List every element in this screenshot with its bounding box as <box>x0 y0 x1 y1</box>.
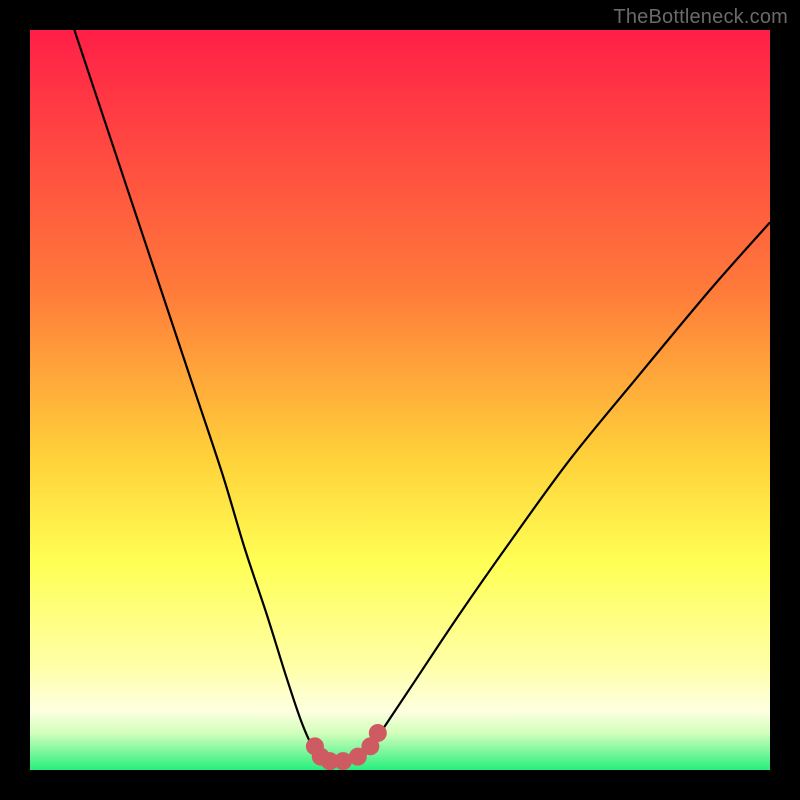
optimal-marker-dot <box>369 724 387 742</box>
watermark-text: TheBottleneck.com <box>613 6 788 29</box>
gradient-background <box>30 30 770 770</box>
chart-svg <box>30 30 770 770</box>
chart-frame: TheBottleneck.com <box>0 0 800 800</box>
plot-area <box>30 30 770 770</box>
